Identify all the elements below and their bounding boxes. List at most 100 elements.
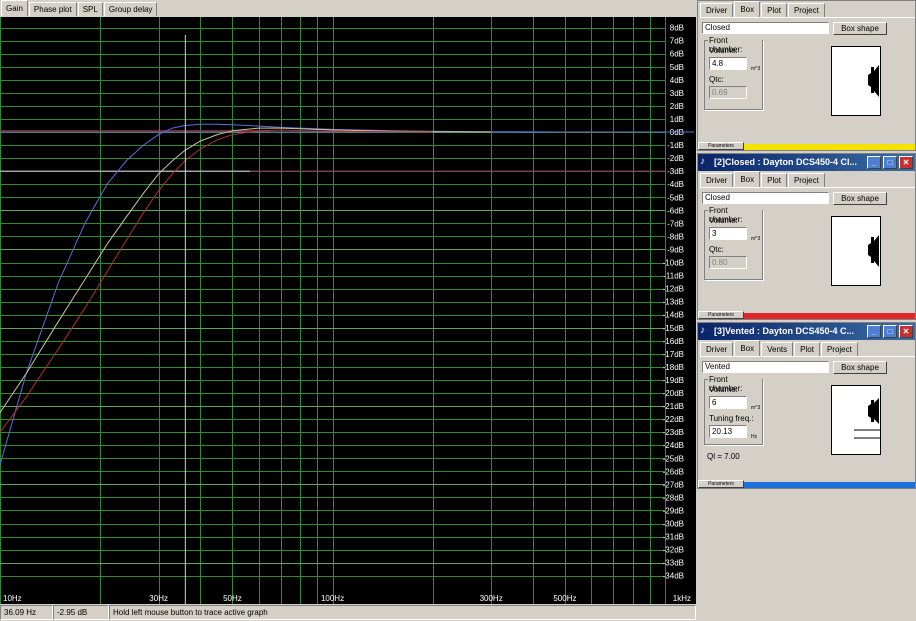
gain-chart-svg[interactable]: 8dB7dB6dB5dB4dB3dB2dB1dB0dB-1dB-2dB-3dB-… bbox=[0, 17, 696, 604]
plot-window: Gain Phase plot SPL Group delay 8dB 7dB 6d… bbox=[0, 0, 696, 621]
volume-input[interactable]: 3 bbox=[709, 227, 747, 240]
tab-box[interactable]: Box bbox=[734, 340, 761, 356]
tab-box[interactable]: Box bbox=[734, 1, 761, 17]
x-tick-label: 1kHz bbox=[673, 594, 691, 603]
y-tick-label: -18dB bbox=[663, 363, 684, 372]
y-tick-label: -24dB bbox=[663, 441, 684, 450]
y-tick-label: -33dB bbox=[663, 559, 684, 568]
minimize-button[interactable]: _ bbox=[867, 325, 881, 338]
front-chamber-group: Front chamber: Volume: 6 m^3 Tuning freq… bbox=[704, 375, 763, 445]
y-tick-label: 5dB bbox=[670, 63, 684, 72]
front-chamber-group: Front chamber: Volume: 4.8 m^3 Qtc: 0.69 bbox=[704, 36, 763, 110]
status-hint: Hold left mouse button to trace active g… bbox=[109, 605, 696, 620]
tab-plot[interactable]: Plot bbox=[794, 342, 820, 356]
gain-plot[interactable]: 8dB 7dB 6dB 5dB 4dB 3dB 2dB 1dB 0dB -1dB -2dB -3dB -… bbox=[0, 17, 696, 604]
tab-driver[interactable]: Driver bbox=[700, 342, 734, 356]
front-chamber-group: Front chamber: Volume: 3 m^3 Qtc: 0.80 bbox=[704, 206, 763, 280]
window-footer: Parameters bbox=[698, 142, 915, 150]
tab-driver[interactable]: Driver bbox=[700, 3, 734, 17]
y-tick-label: -32dB bbox=[663, 546, 684, 555]
box-window-3-titlebar[interactable]: ♪ [3]Vented : Dayton DCS450-4 C... _ □ ✕ bbox=[698, 323, 915, 340]
tab-driver[interactable]: Driver bbox=[700, 173, 734, 187]
y-tick-label: -4dB bbox=[667, 180, 684, 189]
maximize-button[interactable]: □ bbox=[883, 325, 897, 338]
y-tick-label: -21dB bbox=[663, 402, 684, 411]
box-shape-button[interactable]: Box shape bbox=[833, 361, 887, 374]
box-panel: Vented Box shape Front chamber: Volume: … bbox=[698, 357, 915, 474]
tab-phase-plot[interactable]: Phase plot bbox=[28, 2, 77, 16]
tab-spl[interactable]: SPL bbox=[77, 2, 103, 16]
box-shape-button[interactable]: Box shape bbox=[833, 22, 887, 35]
volume-label: Volume: bbox=[709, 46, 738, 55]
box-shape-button[interactable]: Box shape bbox=[833, 192, 887, 205]
tab-project[interactable]: Project bbox=[820, 342, 858, 356]
y-tick-label: -20dB bbox=[663, 389, 684, 398]
x-tick-label: 30Hz bbox=[149, 594, 168, 603]
parameters-button[interactable]: Parameters bbox=[698, 480, 744, 488]
y-tick-label: -28dB bbox=[663, 493, 684, 502]
volume-unit: m^3 bbox=[751, 405, 761, 411]
qtc-input: 0.69 bbox=[709, 86, 747, 99]
volume-label: Volume: bbox=[709, 385, 738, 394]
window-controls: _ □ ✕ bbox=[867, 325, 913, 338]
box-panel: Closed Box shape Front chamber: Volume: … bbox=[698, 18, 915, 135]
tab-project[interactable]: Project bbox=[787, 173, 825, 187]
tuning-freq-label: Tuning freq.: bbox=[709, 414, 754, 423]
tuning-freq-input[interactable]: 20.13 bbox=[709, 425, 747, 438]
box-window-2-tabs: Driver Box Plot Project bbox=[700, 171, 915, 188]
tab-box[interactable]: Box bbox=[734, 171, 761, 187]
x-tick-label: 100Hz bbox=[321, 594, 344, 603]
y-tick-label: -17dB bbox=[663, 350, 684, 359]
y-tick-label: -5dB bbox=[667, 193, 684, 202]
volume-input[interactable]: 4.8 bbox=[709, 57, 747, 70]
box-type-select[interactable]: Closed bbox=[702, 22, 829, 34]
volume-unit: m^3 bbox=[751, 236, 761, 242]
app-icon: ♪ bbox=[700, 325, 705, 336]
tab-gain[interactable]: Gain bbox=[1, 0, 28, 16]
tab-plot[interactable]: Plot bbox=[761, 3, 787, 17]
y-tick-label: 2dB bbox=[670, 102, 684, 111]
window-controls: _ □ ✕ bbox=[867, 156, 913, 169]
y-tick-label: -6dB bbox=[667, 206, 684, 215]
parameters-button[interactable]: Parameters bbox=[698, 142, 744, 150]
plot-tabs: Gain Phase plot SPL Group delay bbox=[1, 0, 158, 16]
box-window-1-tabs: Driver Box Plot Project bbox=[700, 1, 915, 18]
box-shape-preview bbox=[831, 385, 881, 455]
close-button[interactable]: ✕ bbox=[899, 325, 913, 338]
tuning-freq-unit: Hz bbox=[751, 434, 758, 440]
tab-project[interactable]: Project bbox=[787, 3, 825, 17]
speaker-icon bbox=[868, 235, 879, 267]
tab-group-delay[interactable]: Group delay bbox=[103, 2, 158, 16]
box-window-2: ♪ [2]Closed : Dayton DCS450-4 Cl... _ □ … bbox=[697, 153, 916, 320]
y-tick-label: -3dB bbox=[667, 167, 684, 176]
y-tick-label: -2dB bbox=[667, 154, 684, 163]
y-tick-label: -15dB bbox=[663, 324, 684, 333]
qtc-label: Qtc: bbox=[709, 245, 724, 254]
box-window-2-titlebar[interactable]: ♪ [2]Closed : Dayton DCS450-4 Cl... _ □ … bbox=[698, 154, 915, 171]
box-type-select[interactable]: Closed bbox=[702, 192, 829, 204]
maximize-button[interactable]: □ bbox=[883, 156, 897, 169]
volume-input[interactable]: 6 bbox=[709, 396, 747, 409]
qtc-input: 0.80 bbox=[709, 256, 747, 269]
box-type-select[interactable]: Vented bbox=[702, 361, 829, 373]
y-tick-label: 7dB bbox=[670, 37, 684, 46]
box-window-1: Driver Box Plot Project Closed Box shape… bbox=[697, 0, 916, 151]
y-tick-label: -12dB bbox=[663, 285, 684, 294]
ql-readout: Ql = 7.00 bbox=[707, 452, 740, 461]
y-tick-label: -13dB bbox=[663, 298, 684, 307]
y-tick-label: -16dB bbox=[663, 337, 684, 346]
x-tick-label: 50Hz bbox=[223, 594, 242, 603]
tab-vents[interactable]: Vents bbox=[761, 342, 794, 356]
volume-label: Volume: bbox=[709, 216, 738, 225]
minimize-button[interactable]: _ bbox=[867, 156, 881, 169]
series-color-bar bbox=[744, 482, 915, 488]
vented-box-icon bbox=[854, 398, 880, 439]
tab-plot[interactable]: Plot bbox=[761, 173, 787, 187]
speaker-icon bbox=[868, 65, 879, 97]
y-tick-label: -34dB bbox=[663, 572, 684, 581]
close-button[interactable]: ✕ bbox=[899, 156, 913, 169]
window-footer: Parameters bbox=[698, 311, 915, 319]
parameters-button[interactable]: Parameters bbox=[698, 311, 744, 319]
window-footer: Parameters bbox=[698, 480, 915, 488]
box-window-3-tabs: Driver Box Vents Plot Project bbox=[700, 340, 915, 357]
